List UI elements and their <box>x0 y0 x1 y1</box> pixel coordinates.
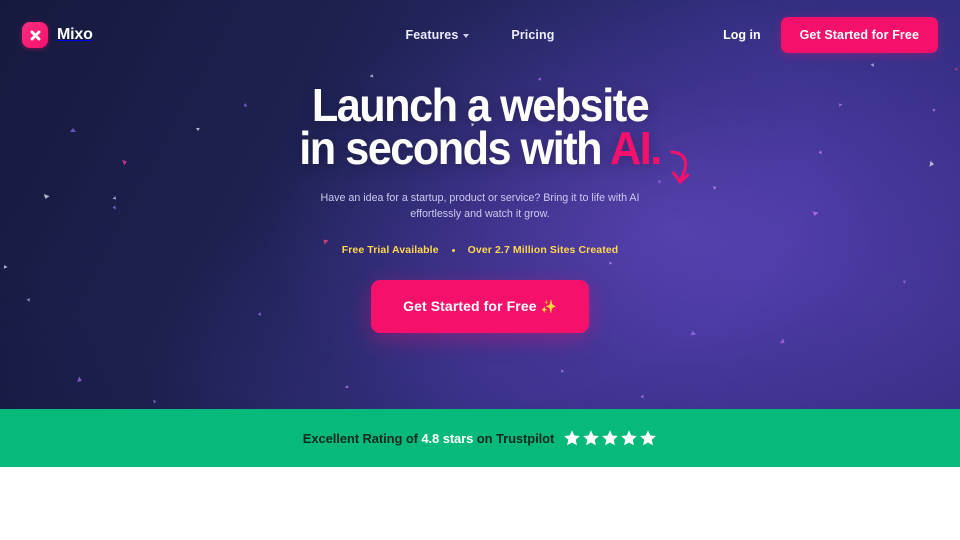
sparkles-icon: ✨ <box>540 299 557 314</box>
page-title: Launch a website in seconds with AI. <box>29 82 931 184</box>
brand-name: Mixo <box>57 26 93 43</box>
star-filled-icon <box>563 429 581 447</box>
nav-get-started-button[interactable]: Get Started for Free <box>780 17 938 53</box>
nav-link-features-label: Features <box>405 28 459 42</box>
trustpilot-rating-value: 4.8 stars <box>421 430 474 446</box>
trustpilot-rating-bar: Excellent Rating of 4.8 stars on Trustpi… <box>0 409 960 467</box>
top-navigation-bar: Mixo Features Pricing Log in Get Started… <box>0 0 960 70</box>
curved-arrow-down-icon <box>666 149 698 193</box>
headline-accent-ai: AI. <box>609 122 662 174</box>
nav-link-features[interactable]: Features <box>406 28 470 42</box>
page-body-below-fold <box>0 467 960 540</box>
trustpilot-text-post: on Trustpilot <box>473 430 555 446</box>
login-link[interactable]: Log in <box>723 28 761 42</box>
star-rating <box>563 429 657 447</box>
hero-section: Mixo Features Pricing Log in Get Started… <box>0 0 960 409</box>
star-filled-icon <box>620 429 638 447</box>
nav-actions-group: Log in Get Started for Free <box>723 17 938 53</box>
trustpilot-content: Excellent Rating of 4.8 stars on Trustpi… <box>303 429 657 447</box>
star-filled-icon <box>582 429 600 447</box>
x-mark-icon <box>22 22 48 48</box>
hero-badges: Free Trial Available Over 2.7 Million Si… <box>0 244 960 256</box>
nav-link-pricing-label: Pricing <box>511 28 555 42</box>
headline-line-2-text: in seconds with <box>299 122 610 174</box>
trustpilot-text-pre: Excellent Rating of <box>302 430 422 446</box>
hero-cta-wrapper: Get Started for Free ✨ <box>0 280 960 333</box>
badge-free-trial: Free Trial Available <box>341 244 439 256</box>
star-filled-icon <box>639 429 657 447</box>
badge-sites-created: Over 2.7 Million Sites Created <box>467 244 619 256</box>
nav-link-pricing[interactable]: Pricing <box>511 28 554 42</box>
star-filled-icon <box>601 429 619 447</box>
trustpilot-text: Excellent Rating of 4.8 stars on Trustpi… <box>302 430 555 446</box>
hero-cta-label: Get Started for Free <box>403 298 537 314</box>
hero-subheading: Have an idea for a startup, product or s… <box>320 192 640 220</box>
hero-get-started-button[interactable]: Get Started for Free ✨ <box>371 280 589 333</box>
dot-separator-icon <box>451 248 455 252</box>
brand-logo-link[interactable]: Mixo <box>22 22 93 48</box>
headline-line-2: in seconds with AI. <box>299 125 690 184</box>
chevron-down-icon <box>463 34 470 38</box>
